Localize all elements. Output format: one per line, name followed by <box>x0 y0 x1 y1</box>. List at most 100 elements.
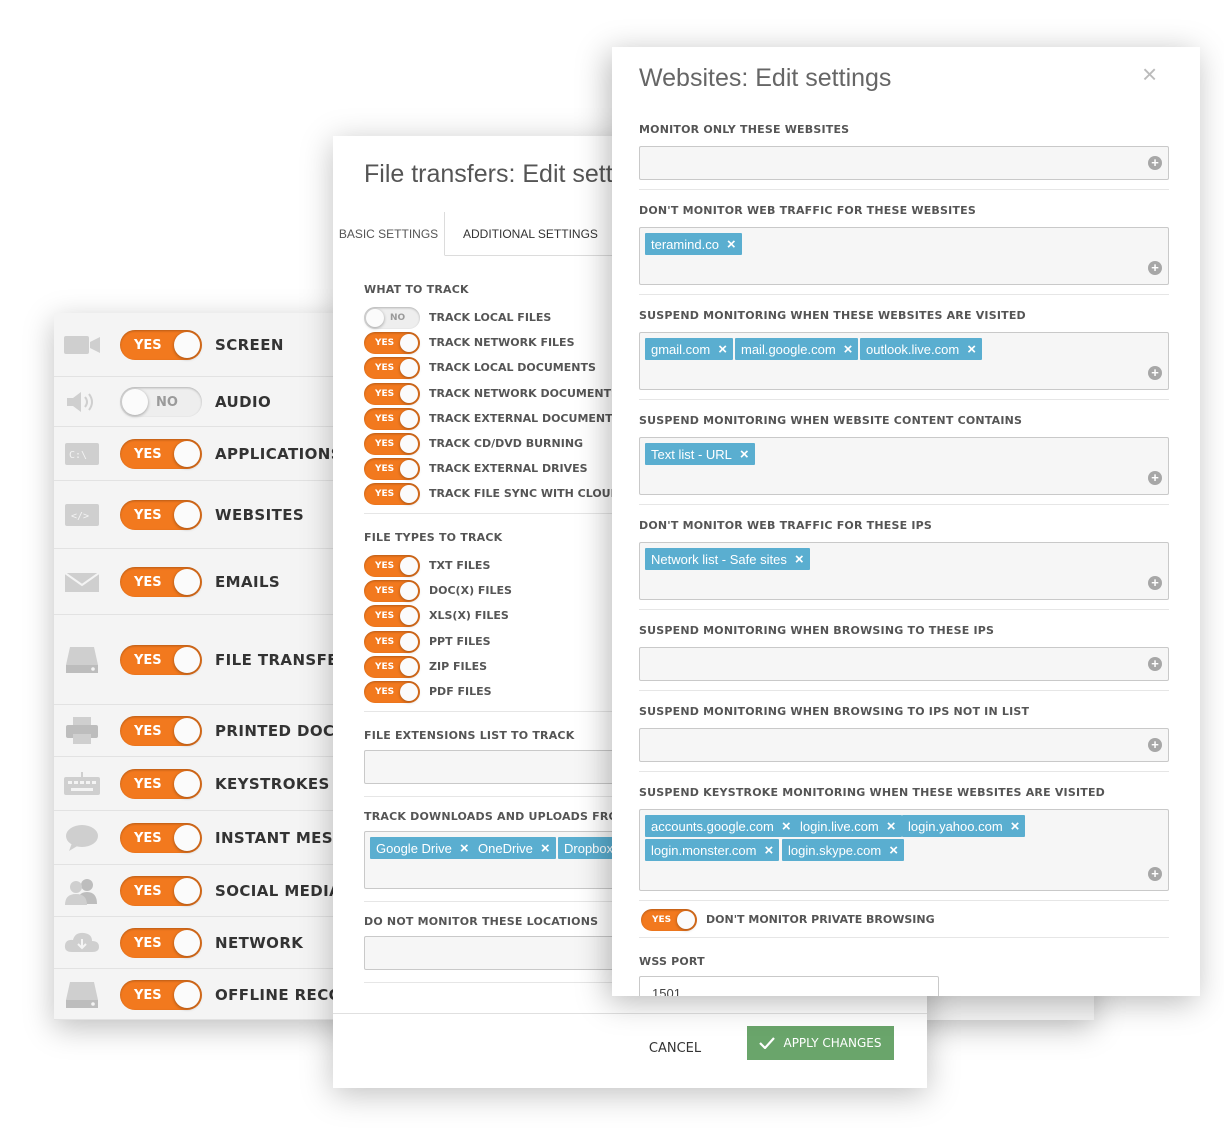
toggle-knob <box>400 683 418 701</box>
toggle-label: YES <box>134 446 162 462</box>
website-tags-input[interactable]: + Network list - Safe sites × <box>639 542 1169 600</box>
remove-tag-icon[interactable]: × <box>765 842 774 859</box>
wss-port-value: 1501 <box>652 986 681 996</box>
add-icon[interactable]: + <box>1148 156 1162 170</box>
add-icon[interactable]: + <box>1148 867 1162 881</box>
remove-tag-icon[interactable]: × <box>1011 818 1020 835</box>
close-icon[interactable]: × <box>1142 61 1157 87</box>
feature-toggle[interactable]: YES <box>120 330 202 360</box>
website-tags-input[interactable]: + <box>639 647 1169 681</box>
add-icon[interactable]: + <box>1148 576 1162 590</box>
feature-label: NETWORK <box>215 934 304 952</box>
tag-label: Network list - Safe sites <box>651 551 787 567</box>
remove-tag-icon[interactable]: × <box>740 446 749 463</box>
remove-tag-icon[interactable]: × <box>718 341 727 358</box>
add-icon[interactable]: + <box>1148 471 1162 485</box>
feature-toggle[interactable]: YES <box>120 500 202 530</box>
remove-tag-icon[interactable]: × <box>887 818 896 835</box>
section-heading: SUSPEND MONITORING WHEN BROWSING TO THES… <box>639 624 995 637</box>
track-option-toggle[interactable]: YES <box>364 580 420 603</box>
track-option-label: TRACK NETWORK FILES <box>429 336 575 350</box>
track-option-toggle[interactable]: YES <box>364 382 420 405</box>
track-option-toggle[interactable]: YES <box>364 655 420 678</box>
feature-toggle[interactable]: YES <box>120 928 202 958</box>
remove-tag-icon[interactable]: × <box>795 551 804 568</box>
feature-toggle[interactable]: YES <box>120 823 202 853</box>
tab-basic-settings[interactable]: BASIC SETTINGS <box>333 212 445 256</box>
feature-toggle[interactable]: NO <box>120 387 202 417</box>
toggle-label: YES <box>375 464 395 475</box>
track-option-toggle[interactable]: YES <box>364 605 420 628</box>
track-option-toggle[interactable]: YES <box>364 357 420 380</box>
toggle-label: YES <box>134 776 162 792</box>
remove-tag-icon[interactable]: × <box>727 236 736 253</box>
chat-icon <box>62 823 102 853</box>
track-option-toggle[interactable]: YES <box>364 407 420 430</box>
tag-label: login.skype.com <box>788 842 882 858</box>
website-tags-input[interactable]: + accounts.google.com × login.live.com × logi… <box>639 809 1169 891</box>
remove-tag-icon[interactable]: × <box>460 840 469 857</box>
private-browsing-toggle[interactable]: YES <box>641 909 697 931</box>
wss-port-input[interactable]: 1501 <box>639 976 939 996</box>
divider <box>639 937 1169 938</box>
section-heading: SUSPEND MONITORING WHEN THESE WEBSITES A… <box>639 309 1026 322</box>
feature-row-offline-reco: YES OFFLINE RECO <box>54 969 354 1020</box>
toggle-knob <box>400 485 418 504</box>
toggle-label: YES <box>375 636 395 647</box>
cancel-button[interactable]: CANCEL <box>633 1031 717 1065</box>
feature-toggle[interactable]: YES <box>120 439 202 469</box>
add-icon[interactable]: + <box>1148 366 1162 380</box>
toggle-knob <box>400 409 418 428</box>
feature-toggle[interactable]: YES <box>120 769 202 799</box>
feature-toggle[interactable]: YES <box>120 980 202 1010</box>
feature-row-social-media: YES SOCIAL MEDIA <box>54 865 354 917</box>
what-to-track-heading: WHAT TO TRACK <box>364 283 469 296</box>
remove-tag-icon[interactable]: × <box>889 842 898 859</box>
toggle-label: YES <box>134 652 162 668</box>
track-option-toggle[interactable]: YES <box>364 458 420 481</box>
feature-label: FILE TRANSFER <box>215 651 350 669</box>
feature-label: AUDIO <box>215 393 272 411</box>
toggle-knob <box>174 502 200 528</box>
website-tags-input[interactable]: + teramind.co × <box>639 227 1169 285</box>
website-tags-input[interactable]: + <box>639 146 1169 180</box>
terminal-icon: C:\ <box>62 439 102 469</box>
tab-additional-settings[interactable]: ADDITIONAL SETTINGS <box>463 212 598 256</box>
toggle-knob <box>174 982 200 1008</box>
track-option-toggle[interactable]: YES <box>364 483 420 506</box>
website-tags-input[interactable]: + <box>639 728 1169 762</box>
track-option-toggle[interactable]: YES <box>364 630 420 653</box>
website-tags-input[interactable]: + Text list - URL × <box>639 437 1169 495</box>
remove-tag-icon[interactable]: × <box>844 341 853 358</box>
remove-tag-icon[interactable]: × <box>541 840 550 857</box>
feature-toggle[interactable]: YES <box>120 716 202 746</box>
tag-chip: mail.google.com × <box>735 338 859 360</box>
checkmark-icon <box>759 1037 776 1049</box>
remove-tag-icon[interactable]: × <box>782 818 791 835</box>
track-option-toggle[interactable]: YES <box>364 433 420 455</box>
feature-toggle[interactable]: YES <box>120 876 202 906</box>
tag-label: mail.google.com <box>741 341 836 357</box>
track-option-toggle[interactable]: NO <box>364 307 420 329</box>
add-icon[interactable]: + <box>1148 657 1162 671</box>
envelope-icon <box>62 567 102 597</box>
add-icon[interactable]: + <box>1148 261 1162 275</box>
add-icon[interactable]: + <box>1148 738 1162 752</box>
track-option-label: XLS(X) FILES <box>429 609 509 623</box>
feature-row-instant-mess: YES INSTANT MESS <box>54 811 354 865</box>
feature-toggle[interactable]: YES <box>120 567 202 597</box>
track-option-toggle[interactable]: YES <box>364 681 420 703</box>
track-option-label: TRACK EXTERNAL DOCUMENTS <box>429 411 621 425</box>
section-heading: MONITOR ONLY THESE WEBSITES <box>639 123 850 136</box>
toggle-knob <box>174 332 200 358</box>
tag-chip: outlook.live.com × <box>860 338 982 360</box>
feature-label: WEBSITES <box>215 506 305 524</box>
website-tags-input[interactable]: + gmail.com × mail.google.com × outlook.live.… <box>639 332 1169 390</box>
code-icon: </> <box>62 500 102 530</box>
track-option-toggle[interactable]: YES <box>364 555 420 577</box>
feature-toggle[interactable]: YES <box>120 645 202 675</box>
apply-changes-button[interactable]: APPLY CHANGES <box>747 1026 894 1060</box>
cloud-icon <box>62 928 102 958</box>
track-option-toggle[interactable]: YES <box>364 332 420 355</box>
remove-tag-icon[interactable]: × <box>967 341 976 358</box>
